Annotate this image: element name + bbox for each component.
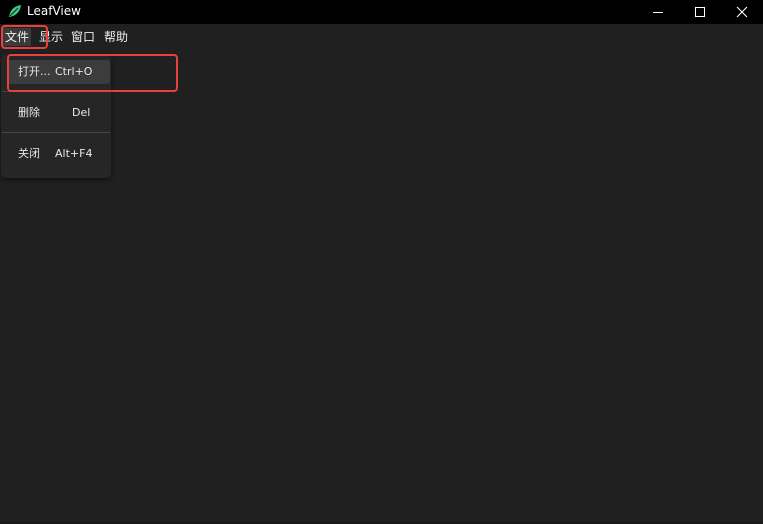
menu-help[interactable]: 帮助: [102, 28, 130, 46]
menu-item-close-shortcut: Alt+F4: [55, 147, 93, 160]
leaf-icon: [7, 3, 23, 19]
menu-window[interactable]: 窗口: [69, 28, 97, 46]
menu-item-delete-shortcut: Del: [72, 106, 91, 119]
window-title: LeafView: [27, 4, 81, 18]
menu-item-close-label: 关闭: [18, 147, 40, 160]
app-window: LeafView 文件 显示 窗口 帮助 打开... Ctrl+O 删除 Del…: [0, 0, 763, 524]
close-icon: [736, 6, 748, 18]
minimize-icon: [652, 6, 664, 18]
menu-item-close[interactable]: 关闭 Alt+F4: [8, 142, 110, 166]
title-bar[interactable]: LeafView: [0, 0, 763, 24]
maximize-icon: [694, 6, 706, 18]
close-button[interactable]: [721, 0, 763, 24]
menu-item-delete-label: 删除: [18, 106, 40, 119]
maximize-button[interactable]: [679, 0, 721, 24]
highlight-box-file-menu: [1, 25, 48, 49]
menu-item-delete[interactable]: 删除 Del: [8, 101, 110, 125]
highlight-box-open-item: [7, 54, 178, 92]
menu-separator: [2, 132, 110, 133]
minimize-button[interactable]: [637, 0, 679, 24]
menu-bar: 文件 显示 窗口 帮助: [0, 24, 763, 50]
